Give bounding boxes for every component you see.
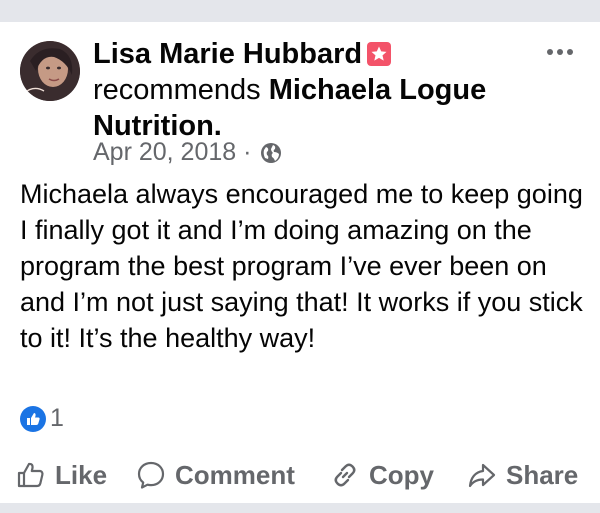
comment-label: Comment	[175, 459, 295, 490]
bottom-divider	[0, 503, 600, 513]
post-card: Lisa Marie Hubbard recommends Michaela L…	[0, 0, 600, 513]
reaction-summary[interactable]: 1	[20, 404, 64, 433]
copy-button[interactable]: Copy	[330, 452, 434, 498]
author-name[interactable]: Lisa Marie Hubbard	[93, 38, 362, 70]
like-reaction-icon	[20, 405, 46, 432]
share-arrow-icon	[468, 463, 496, 488]
post-header: Lisa Marie Hubbard recommends Michaela L…	[93, 36, 533, 144]
avatar-photo	[20, 41, 80, 101]
dot-icon	[557, 49, 563, 55]
post-body: Michaela always encouraged me to keep go…	[20, 179, 583, 353]
share-button[interactable]: Share	[467, 452, 578, 498]
copy-label: Copy	[369, 459, 434, 490]
comment-bubble-icon	[137, 461, 165, 489]
meta-separator: ·	[243, 138, 252, 166]
recommends-text: recommends	[93, 74, 261, 106]
dot-icon	[547, 49, 553, 55]
like-button[interactable]: Like	[16, 452, 107, 498]
share-label: Share	[506, 459, 579, 490]
thumbs-up-icon	[17, 462, 44, 488]
link-icon	[334, 463, 356, 487]
post-meta: Apr 20, 2018 ·	[93, 138, 283, 167]
recommendation-star-icon	[367, 42, 392, 66]
avatar[interactable]	[20, 41, 80, 101]
post-date[interactable]: Apr 20, 2018	[93, 138, 236, 167]
more-options-button[interactable]	[542, 38, 578, 66]
dot-icon	[567, 49, 573, 55]
like-label: Like	[55, 459, 108, 490]
globe-icon[interactable]	[259, 141, 283, 165]
comment-button[interactable]: Comment	[136, 452, 295, 498]
post-actions: Like Comment Copy Share	[0, 452, 600, 498]
top-divider	[0, 0, 600, 22]
reaction-count: 1	[50, 404, 64, 432]
